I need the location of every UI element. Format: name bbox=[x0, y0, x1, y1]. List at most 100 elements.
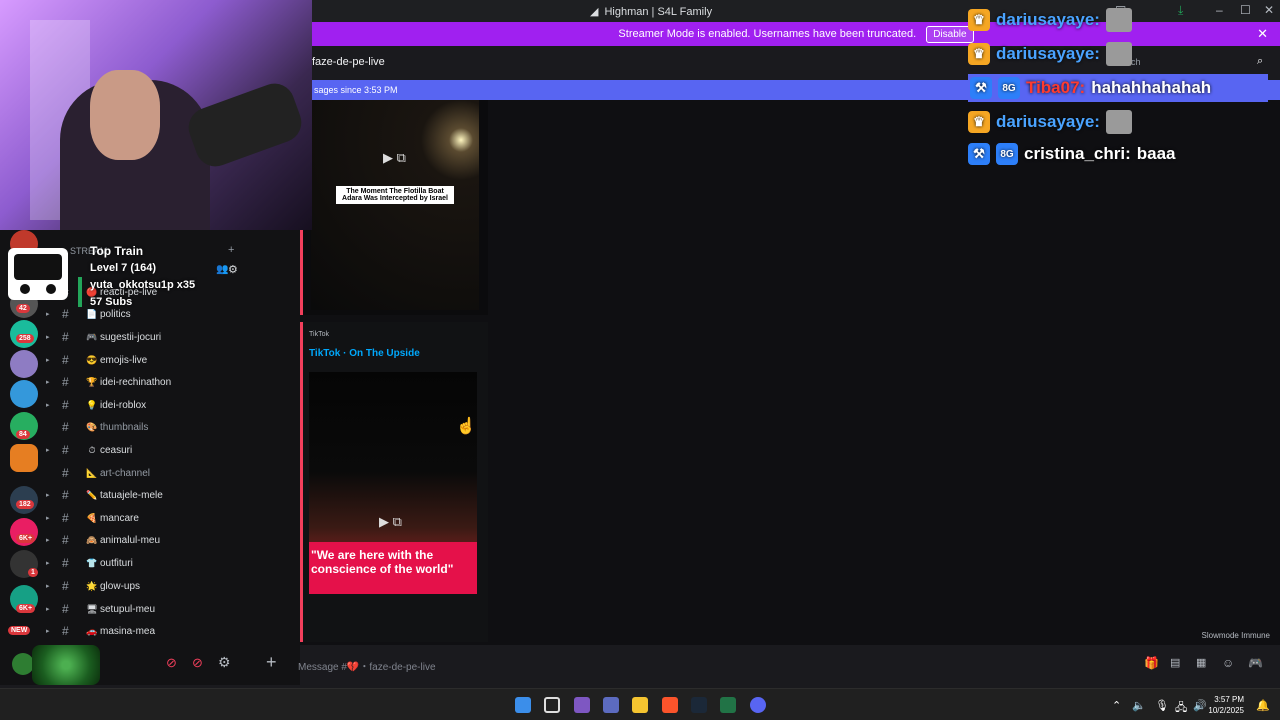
emote-icon bbox=[1105, 110, 1132, 134]
channel-sidebar: STREAM + 👥 ⚙ ▸#🔴reacti-pe-live ▸#📄politi… bbox=[46, 230, 300, 650]
windows-start-icon[interactable] bbox=[515, 697, 531, 713]
channel-item[interactable]: ▸ # ✏️ tatuajele-mele bbox=[46, 485, 300, 505]
play-icon[interactable]: ▶ ⧉ bbox=[383, 150, 406, 166]
train-title: Top Train bbox=[90, 244, 144, 258]
chat-message: ♛ dariusayaye: bbox=[968, 40, 1132, 68]
chat-text: hahahhahahah bbox=[1091, 78, 1212, 97]
volume-icon[interactable]: 🔊 bbox=[1193, 699, 1207, 712]
message-input[interactable]: Message #💔・faze-de-pe-live bbox=[298, 658, 436, 673]
discord-icon[interactable] bbox=[750, 697, 766, 713]
channel-item[interactable]: ▸ # 💡 idei-roblox bbox=[46, 395, 300, 415]
crown-icon: ♛ bbox=[968, 43, 990, 65]
file-explorer-icon[interactable] bbox=[632, 697, 648, 713]
mic-icon[interactable]: 🎙 bbox=[1155, 699, 1169, 712]
hash-icon: # bbox=[62, 375, 69, 389]
webcam-overlay bbox=[0, 0, 312, 230]
chat-username: cristina_chri: bbox=[1024, 144, 1131, 163]
hash-icon: # bbox=[62, 307, 69, 321]
channel-item[interactable]: ▸ # 🚗 masina-mea bbox=[46, 621, 300, 641]
task-view-icon[interactable] bbox=[544, 697, 560, 713]
window-title: ◢ Highman | S4L Family bbox=[590, 5, 713, 19]
speaker-icon[interactable]: 🔈 bbox=[1132, 699, 1146, 712]
network-icon[interactable]: 🖧 bbox=[1175, 699, 1187, 718]
emote-icon bbox=[1105, 42, 1132, 66]
hash-icon: # bbox=[62, 466, 69, 480]
app-icon[interactable] bbox=[603, 697, 619, 713]
copilot-icon[interactable] bbox=[574, 697, 590, 713]
hash-icon: # bbox=[62, 624, 69, 638]
channel-item[interactable]: ▸ # 🖥 setupul-meu bbox=[46, 599, 300, 619]
hash-icon: # bbox=[62, 398, 69, 412]
hash-icon: # bbox=[62, 488, 69, 502]
notification-bell-icon[interactable]: 🔔 bbox=[1256, 699, 1270, 712]
channel-item[interactable]: # 📐 art-channel bbox=[50, 463, 300, 483]
apps-icon[interactable]: 🎮 bbox=[1248, 656, 1263, 670]
video-caption: The Moment The Flotilla Boat Adara Was I… bbox=[336, 186, 454, 204]
avatar[interactable] bbox=[12, 653, 34, 675]
sticker-icon[interactable]: ▦ bbox=[1196, 656, 1206, 669]
channel-item[interactable]: ▸ # 🎮 sugestii-jocuri bbox=[46, 327, 300, 347]
brave-browser-icon[interactable] bbox=[662, 697, 678, 713]
channel-item[interactable]: ▸ # ⏱ ceasuri bbox=[46, 440, 300, 460]
unread-badge: 1 bbox=[28, 568, 38, 577]
gear-icon[interactable]: ⚙ bbox=[218, 654, 231, 671]
unread-badge: 182 bbox=[16, 500, 34, 509]
add-channel-icon[interactable]: + bbox=[228, 244, 234, 256]
attach-plus-icon[interactable]: + bbox=[266, 652, 277, 673]
channel-item[interactable]: ▸ # 🌟 glow-ups bbox=[46, 576, 300, 596]
gif-icon[interactable]: ▤ bbox=[1170, 656, 1180, 669]
embed-title-link[interactable]: TikTok · On The Upside bbox=[309, 348, 420, 359]
mute-icon[interactable]: ⊘ bbox=[166, 655, 177, 671]
channel-item[interactable]: ▸ # 📄 politics bbox=[46, 304, 300, 324]
hash-icon: # bbox=[62, 420, 69, 434]
sub-badge-icon: 8G bbox=[996, 143, 1018, 165]
channel-item[interactable]: ▸ # 😎 emojis-live bbox=[46, 350, 300, 370]
unread-badge: 258 bbox=[16, 334, 34, 343]
invite-icon[interactable]: 👥 bbox=[216, 264, 228, 275]
hash-icon: # bbox=[62, 443, 69, 457]
taskbar: ⌃ 🔈 🎙 🖧 🔊 3:57 PM 10/2/2025 🔔 bbox=[0, 688, 1280, 720]
gift-icon[interactable]: 🎁 bbox=[1144, 656, 1159, 670]
banner-text: Streamer Mode is enabled. Usernames have… bbox=[618, 28, 917, 40]
train-icon bbox=[8, 248, 68, 300]
chevron-up-icon[interactable]: ⌃ bbox=[1112, 699, 1121, 712]
unread-badge: 42 bbox=[16, 304, 30, 313]
channel-item[interactable]: ▸ # 👕 outfituri bbox=[46, 553, 300, 573]
emoji-icon[interactable]: ☺ bbox=[1222, 656, 1234, 670]
slowmode-indicator: Slowmode Immune bbox=[1201, 631, 1270, 640]
play-icon[interactable]: ▶ ⧉ bbox=[379, 514, 402, 530]
hash-icon: # bbox=[62, 353, 69, 367]
hash-icon: # bbox=[62, 533, 69, 547]
channel-item[interactable]: ▸ # 🏆 idei-rechinathon bbox=[46, 372, 300, 392]
server-icon[interactable] bbox=[10, 444, 38, 472]
video-thumbnail[interactable] bbox=[311, 100, 479, 310]
tiktok-embed-card: TikTok TikTok · On The Upside ▶ ⧉ "We ar… bbox=[300, 322, 488, 642]
embed-card: ▶ ⧉ The Moment The Flotilla Boat Adara W… bbox=[300, 100, 488, 315]
emote-icon bbox=[1105, 8, 1132, 32]
channel-item[interactable]: ▸ # 🙈 animalul-meu bbox=[46, 530, 300, 550]
channel-item[interactable]: # 🎨 thumbnails bbox=[50, 417, 300, 437]
channel-item[interactable]: ▸ # 🍕 mancare bbox=[46, 508, 300, 528]
excel-icon[interactable] bbox=[720, 697, 736, 713]
server-icon[interactable] bbox=[10, 350, 38, 378]
message-composer[interactable]: + Message #💔・faze-de-pe-live 🎁 ▤ ▦ ☺ 🎮 bbox=[258, 650, 1280, 678]
steam-icon[interactable] bbox=[691, 697, 707, 713]
unread-badge: 6K+ bbox=[16, 604, 36, 613]
disable-streamer-mode-button[interactable]: Disable bbox=[926, 25, 974, 43]
message-list[interactable]: ▶ ⧉ The Moment The Flotilla Boat Adara W… bbox=[300, 100, 1280, 645]
user-panel: ⊘ ⊘ ⚙ bbox=[0, 645, 300, 685]
chat-username: dariusayaye: bbox=[996, 10, 1100, 29]
gear-icon[interactable]: ⚙ bbox=[228, 263, 238, 276]
deafen-icon[interactable]: ⊘ bbox=[192, 655, 203, 671]
chat-message: ♛ dariusayaye: bbox=[968, 6, 1132, 34]
train-progress bbox=[78, 277, 82, 307]
stream-chat-overlay: ♛ dariusayaye: ♛ dariusayaye: ⚒ 8G Tiba0… bbox=[968, 6, 1280, 176]
hash-icon: # bbox=[62, 602, 69, 616]
microphone bbox=[183, 77, 307, 173]
train-user: yuta_okkotsu1p x35 bbox=[90, 279, 196, 291]
chat-text: baaa bbox=[1136, 144, 1176, 163]
chat-message: ⚒ 8G cristina_chri: baaa bbox=[968, 140, 1176, 168]
chat-username: dariusayaye: bbox=[996, 112, 1100, 131]
server-icon[interactable] bbox=[10, 380, 38, 408]
system-clock[interactable]: 3:57 PM 10/2/2025 bbox=[1208, 694, 1244, 716]
